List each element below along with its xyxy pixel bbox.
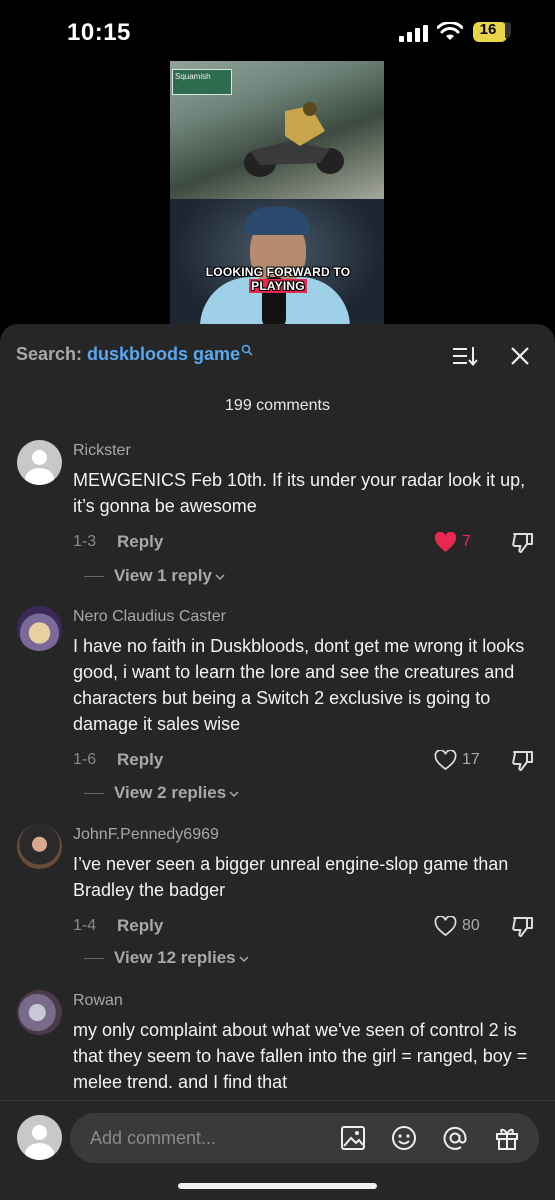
- image-icon[interactable]: [340, 1125, 366, 1151]
- search-header: Search: duskbloods game: [16, 344, 253, 365]
- cellular-signal-icon: [399, 25, 428, 42]
- motorcycle-rider-image: [244, 102, 344, 177]
- comment-count: 199 comments: [225, 397, 330, 414]
- comment-text: I’ve never seen a bigger unreal engine-s…: [73, 854, 509, 900]
- comment-date: 1-3: [73, 533, 97, 550]
- avatar[interactable]: [17, 606, 62, 651]
- reply-button[interactable]: Reply: [117, 916, 163, 936]
- comments-sheet: Search: duskbloods game 199 comments Ric…: [0, 324, 555, 1200]
- comment-text: MEWGENICS Feb 10th. If its under your ra…: [73, 470, 526, 516]
- clock: 10:15: [67, 19, 131, 46]
- heart-outline-icon: [434, 750, 457, 771]
- creator-clip: LOOKING FORWARD TO PLAYING: [170, 199, 384, 331]
- like-count: 7: [462, 533, 471, 550]
- chevron-down-icon: [229, 790, 239, 797]
- video-caption: LOOKING FORWARD TO PLAYING: [205, 265, 351, 293]
- close-icon[interactable]: [510, 346, 530, 366]
- dislike-icon[interactable]: [511, 915, 535, 939]
- comment-input[interactable]: [90, 1125, 320, 1151]
- chevron-down-icon: [239, 955, 249, 962]
- sort-icon[interactable]: [452, 346, 478, 366]
- comment-username[interactable]: Rickster: [73, 442, 131, 460]
- reply-button[interactable]: Reply: [117, 532, 163, 552]
- like-count: 17: [462, 751, 480, 768]
- avatar[interactable]: [17, 440, 62, 485]
- heart-outline-icon: [434, 916, 457, 937]
- comment-text: my only complaint about what we've seen …: [73, 1020, 528, 1092]
- home-indicator[interactable]: [178, 1183, 377, 1189]
- comment-composer: [0, 1100, 555, 1200]
- search-icon[interactable]: [241, 344, 253, 356]
- like-button[interactable]: 80: [434, 915, 484, 939]
- mention-icon[interactable]: [442, 1125, 468, 1151]
- like-button[interactable]: 7: [434, 531, 484, 555]
- battery-icon: 16: [473, 22, 511, 42]
- comment-username[interactable]: Rowan: [73, 992, 123, 1010]
- comment-text: I have no faith in Duskbloods, dont get …: [73, 636, 525, 734]
- my-avatar[interactable]: [17, 1115, 62, 1160]
- battery-level: 16: [479, 21, 497, 38]
- search-term-link[interactable]: duskbloods game: [87, 344, 240, 364]
- chevron-down-icon: [215, 573, 225, 580]
- comment-username[interactable]: Nero Claudius Caster: [73, 608, 226, 626]
- dislike-icon[interactable]: [511, 749, 535, 773]
- avatar[interactable]: [17, 990, 62, 1035]
- search-label: Search:: [16, 344, 88, 364]
- comment-date: 1-6: [73, 751, 97, 768]
- road-sign: Squamish: [172, 69, 232, 95]
- gameplay-clip: Squamish: [170, 61, 384, 199]
- emoji-icon[interactable]: [391, 1125, 417, 1151]
- video-preview[interactable]: Squamish LOOKING FORWARD TO PLAYING: [170, 61, 384, 331]
- dislike-icon[interactable]: [511, 531, 535, 555]
- reply-button[interactable]: Reply: [117, 750, 163, 770]
- comment-username[interactable]: JohnF.Pennedy6969: [73, 826, 219, 844]
- heart-filled-icon: [434, 532, 457, 553]
- comment-input-box[interactable]: [70, 1113, 539, 1163]
- gift-icon[interactable]: [494, 1125, 520, 1151]
- view-replies-button[interactable]: View 2 replies: [84, 783, 239, 803]
- like-button[interactable]: 17: [434, 749, 484, 773]
- view-replies-button[interactable]: View 1 reply: [84, 566, 225, 586]
- wifi-icon: [437, 22, 463, 40]
- status-bar: 10:15 16: [0, 0, 555, 60]
- comment-date: 1-4: [73, 917, 97, 934]
- like-count: 80: [462, 917, 480, 934]
- view-replies-button[interactable]: View 12 replies: [84, 948, 249, 968]
- avatar[interactable]: [17, 824, 62, 869]
